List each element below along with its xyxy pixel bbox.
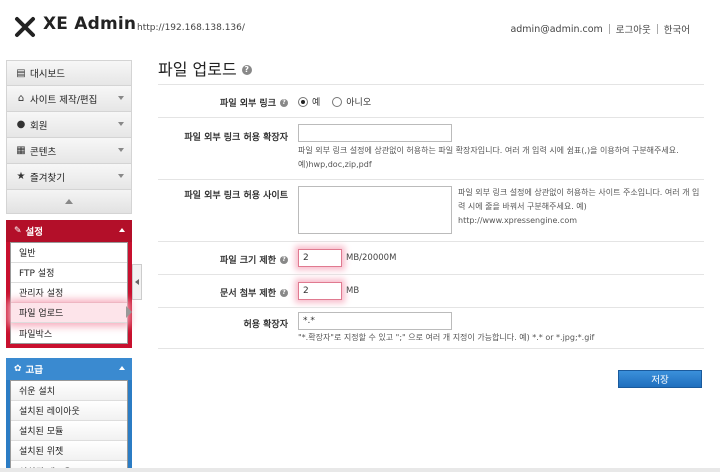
row-external-link: 파일 외부 링크 ? 예 아니오 (158, 84, 704, 117)
radio-no[interactable] (332, 96, 343, 107)
radio-no-label[interactable]: 아니오 (346, 95, 371, 108)
doc-attach-input[interactable]: 2 (298, 282, 342, 300)
row-file-size: 파일 크기 제한 ? 2 MB/20000M (158, 241, 704, 274)
help-icon[interactable]: ? (280, 98, 288, 107)
logout-link[interactable]: 로그아웃 (616, 22, 651, 36)
chevron-down-icon (118, 174, 124, 178)
radio-yes[interactable] (298, 96, 308, 107)
settings-group-header[interactable]: ✎ 설정 (6, 220, 132, 242)
horizontal-scrollbar[interactable] (0, 468, 720, 472)
row-allowed-sites: 파일 외부 링크 허용 사이트 파일 외부 링크 설정에 상관없이 허용하는 사… (158, 179, 704, 241)
sidebar-item-installed-layouts[interactable]: 설치된 레이아웃 (11, 401, 127, 421)
sidebar-item-members[interactable]: ● 회원 (6, 112, 132, 138)
row-allowed-types: 허용 확장자 *.* "*.확장자"로 지정할 수 있고 ";" 으로 여러 개… (158, 307, 704, 349)
label-text: 파일 외부 링크 허용 사이트 (184, 191, 288, 201)
chevron-down-icon (118, 122, 124, 126)
label-text: 파일 외부 링크 (220, 99, 276, 109)
settings-group: ✎ 설정 일반 FTP 설정 관리자 설정 파일 업로드 파일박스 (6, 220, 132, 348)
sidebar-item-admin-settings[interactable]: 관리자 설정 (11, 283, 127, 303)
field-label: 문서 첨부 제한 ? (220, 286, 288, 299)
site-url-link[interactable]: http://192.168.138.136/ (137, 23, 245, 33)
file-size-input[interactable]: 2 (298, 249, 342, 267)
gear-icon: ✿ (14, 364, 22, 374)
sidebar-item-installed-modules[interactable]: 설치된 모듈 (11, 421, 127, 441)
advanced-group-header[interactable]: ✿ 고급 (6, 358, 132, 380)
sidebar-item-site-design[interactable]: ⌂ 사이트 제작/편집 (6, 86, 132, 112)
sidebar-item-filebox[interactable]: 파일박스 (11, 323, 127, 343)
allowed-sites-desc: 파일 외부 링크 설정에 상관없이 허용하는 사이트 주소입니다. 여러 개 입… (458, 188, 700, 225)
field-label: 허용 확장자 (243, 317, 288, 330)
divider (656, 24, 658, 34)
row-allowed-ext: 파일 외부 링크 허용 확장자 파일 외부 링크 설정에 상관없이 허용하는 파… (158, 117, 704, 179)
chevron-up-icon (119, 228, 125, 232)
top-links: admin@admin.com 로그아웃 한국어 (510, 22, 690, 37)
chevron-up-icon (119, 366, 125, 370)
help-icon[interactable]: ? (241, 64, 252, 75)
collapse-menu-button[interactable] (6, 190, 132, 214)
file-size-unit: MB/20000M (346, 253, 397, 263)
sidebar-item-general[interactable]: 일반 (11, 243, 127, 263)
chevron-down-icon (118, 96, 124, 100)
settings-sub-list: 일반 FTP 설정 관리자 설정 파일 업로드 파일박스 (10, 242, 128, 344)
field-label: 파일 외부 링크 허용 확장자 (184, 130, 288, 143)
help-icon[interactable]: ? (280, 255, 288, 264)
chevron-up-icon (65, 199, 73, 204)
group-label: 고급 (25, 365, 44, 376)
sidebar-item-label: 대시보드 (30, 69, 65, 80)
page-title: 파일 업로드? (158, 56, 252, 80)
sidebar-item-favorites[interactable]: ★ 즐겨찾기 (6, 164, 132, 190)
sidebar-item-label: 콘텐츠 (30, 146, 57, 158)
allowed-ext-desc: 파일 외부 링크 설정에 상관없이 허용하는 파일 확장자입니다. 여러 개 입… (298, 146, 679, 169)
allowed-types-input[interactable]: *.* (298, 312, 452, 330)
sidebar-toggle-button[interactable] (132, 264, 142, 300)
content-icon: ▦ (16, 145, 26, 156)
wrench-icon: ✎ (14, 226, 22, 236)
allowed-sites-textarea[interactable] (298, 186, 452, 234)
sidebar-item-label: 즐겨찾기 (30, 172, 65, 184)
page-root: XE Admin http://192.168.138.136/ admin@a… (0, 0, 720, 472)
logo-text[interactable]: XE Admin (43, 14, 136, 34)
label-text: 파일 외부 링크 허용 확장자 (184, 133, 288, 143)
group-label: 설정 (25, 227, 44, 238)
chevron-down-icon (118, 148, 124, 152)
divider (608, 24, 610, 34)
sidebar-item-easy-install[interactable]: 쉬운 설치 (11, 381, 127, 401)
advanced-sub-list: 쉬운 설치 설치된 레이아웃 설치된 모듈 설치된 위젯 설치된 애드온 (10, 380, 128, 472)
external-link-radio-group: 예 아니오 (298, 95, 383, 108)
language-select[interactable]: 한국어 (664, 22, 690, 36)
allowed-types-desc: "*.확장자"로 지정할 수 있고 ";" 으로 여러 개 지정이 가능합니다.… (298, 333, 595, 342)
row-doc-attach: 문서 첨부 제한 ? 2 MB (158, 274, 704, 307)
sidebar-item-installed-widgets[interactable]: 설치된 위젯 (11, 441, 127, 461)
sidebar-item-content[interactable]: ▦ 콘텐츠 (6, 138, 132, 164)
file-upload-form: 파일 외부 링크 ? 예 아니오 파일 외부 링크 허용 확장자 파일 외부 링… (158, 84, 704, 349)
allowed-ext-input[interactable] (298, 124, 452, 142)
label-text: 허용 확장자 (243, 320, 288, 330)
save-button[interactable]: 저장 (618, 370, 702, 388)
field-label: 파일 외부 링크 ? (220, 96, 288, 109)
xe-logo-icon (15, 17, 35, 37)
sidebar: ▤ 대시보드 ⌂ 사이트 제작/편집 ● 회원 ▦ 콘텐츠 ★ 즐겨찾기 ✎ 설… (6, 60, 132, 472)
field-label: 파일 크기 제한 ? (220, 253, 288, 266)
user-icon: ● (16, 119, 26, 130)
label-text: 문서 첨부 제한 (220, 289, 276, 299)
label-text: 파일 크기 제한 (220, 256, 276, 266)
home-icon: ⌂ (17, 93, 25, 104)
sidebar-item-dashboard[interactable]: ▤ 대시보드 (6, 60, 132, 86)
help-icon[interactable]: ? (280, 288, 288, 297)
header: XE Admin http://192.168.138.136/ admin@a… (0, 0, 720, 56)
doc-attach-unit: MB (346, 286, 360, 296)
sidebar-item-file-upload[interactable]: 파일 업로드 (11, 303, 127, 323)
field-label: 파일 외부 링크 허용 사이트 (184, 188, 288, 201)
chevron-left-icon (135, 279, 139, 285)
page-title-text: 파일 업로드 (158, 60, 237, 79)
user-email-link[interactable]: admin@admin.com (510, 24, 602, 35)
active-indicator-arrow (126, 306, 132, 318)
sidebar-item-label: 회원 (30, 120, 48, 132)
radio-yes-label[interactable]: 예 (312, 95, 320, 108)
advanced-group: ✿ 고급 쉬운 설치 설치된 레이아웃 설치된 모듈 설치된 위젯 설치된 애드… (6, 358, 132, 472)
dashboard-icon: ▤ (16, 67, 26, 79)
star-icon: ★ (16, 171, 26, 182)
sidebar-item-label: 사이트 제작/편집 (30, 94, 98, 106)
sidebar-item-ftp[interactable]: FTP 설정 (11, 263, 127, 283)
